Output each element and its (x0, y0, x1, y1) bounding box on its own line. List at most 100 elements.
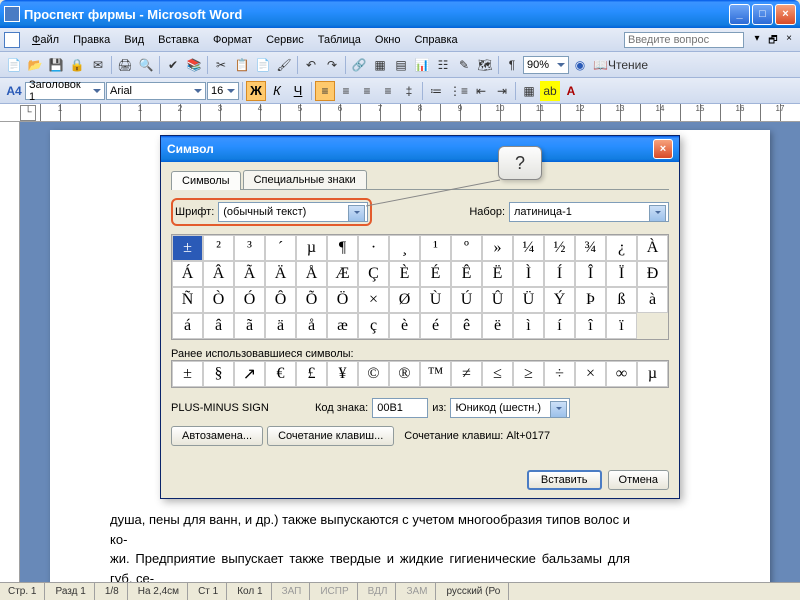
copy-button[interactable]: 📋 (232, 55, 252, 75)
symbol-cell[interactable]: Ð (637, 261, 668, 287)
set-combo[interactable]: латиница-1 (509, 202, 669, 222)
status-trk[interactable]: ИСПР (312, 583, 357, 600)
close-doc-button[interactable]: × (782, 33, 796, 47)
symbol-cell[interactable]: É (420, 261, 451, 287)
symbol-cell[interactable]: Í (544, 261, 575, 287)
symbol-cell[interactable]: Ó (234, 287, 265, 313)
show-marks-button[interactable]: ¶ (502, 55, 522, 75)
symbol-cell[interactable]: º (451, 235, 482, 261)
symbol-cell[interactable]: µ (296, 235, 327, 261)
format-painter-button[interactable]: 🖌 (274, 55, 294, 75)
recent-symbol-cell[interactable]: ≤ (482, 361, 513, 387)
insert-button[interactable]: Вставить (527, 470, 602, 490)
dialog-titlebar[interactable]: Символ × (161, 136, 679, 162)
drawing-button[interactable]: ✎ (454, 55, 474, 75)
status-ovr[interactable]: ЗАМ (398, 583, 436, 600)
indent-button[interactable]: ⇥ (492, 81, 512, 101)
underline-button[interactable]: Ч (288, 81, 308, 101)
symbol-cell[interactable]: È (389, 261, 420, 287)
menu-edit[interactable]: Правка (67, 32, 116, 48)
tab-symbols[interactable]: Символы (171, 171, 241, 190)
recent-symbol-cell[interactable]: ® (389, 361, 420, 387)
menu-view[interactable]: Вид (118, 32, 150, 48)
font-combo[interactable]: (обычный текст) (218, 202, 368, 222)
italic-button[interactable]: К (267, 81, 287, 101)
recent-symbol-cell[interactable]: § (203, 361, 234, 387)
symbol-cell[interactable]: ë (482, 313, 513, 339)
symbol-cell[interactable]: å (296, 313, 327, 339)
symbol-cell[interactable]: à (637, 287, 668, 313)
symbol-cell[interactable]: Ò (203, 287, 234, 313)
close-button[interactable]: × (775, 4, 796, 25)
tables-button[interactable]: ▦ (370, 55, 390, 75)
new-button[interactable]: 📄 (4, 55, 24, 75)
dropdown-icon[interactable]: ▾ (750, 33, 764, 47)
symbol-cell[interactable]: Ø (389, 287, 420, 313)
tab-selector[interactable]: └ (20, 105, 36, 121)
symbol-cell[interactable]: Õ (296, 287, 327, 313)
recent-symbol-cell[interactable]: ± (172, 361, 203, 387)
from-combo[interactable]: Юникод (шестн.) (450, 398, 570, 418)
menu-insert[interactable]: Вставка (152, 32, 205, 48)
justify-button[interactable]: ≡ (378, 81, 398, 101)
symbol-cell[interactable]: ´ (265, 235, 296, 261)
symbol-cell[interactable]: Ã (234, 261, 265, 287)
symbol-cell[interactable]: ä (265, 313, 296, 339)
symbol-cell[interactable]: ¶ (327, 235, 358, 261)
styles-pane-button[interactable]: A4 (4, 81, 24, 101)
status-lang[interactable]: русский (Ро (438, 583, 509, 600)
symbol-cell[interactable]: ± (172, 235, 203, 261)
symbol-cell[interactable]: ¸ (389, 235, 420, 261)
recent-symbol-cell[interactable]: ≠ (451, 361, 482, 387)
symbol-cell[interactable]: Ä (265, 261, 296, 287)
menu-table[interactable]: Таблица (312, 32, 367, 48)
symbol-cell[interactable]: Ì (513, 261, 544, 287)
help-button[interactable]: ◉ (570, 55, 590, 75)
maximize-button[interactable]: □ (752, 4, 773, 25)
symbol-cell[interactable]: Ç (358, 261, 389, 287)
symbol-cell[interactable]: ç (358, 313, 389, 339)
columns-button[interactable]: ☷ (433, 55, 453, 75)
symbol-cell[interactable]: Â (203, 261, 234, 287)
paste-button[interactable]: 📄 (253, 55, 273, 75)
recent-symbol-cell[interactable]: £ (296, 361, 327, 387)
symbol-cell[interactable]: è (389, 313, 420, 339)
numbered-list-button[interactable]: ≔ (426, 81, 446, 101)
save-button[interactable]: 💾 (46, 55, 66, 75)
size-combo[interactable]: 16 (207, 82, 239, 100)
symbol-cell[interactable]: Ê (451, 261, 482, 287)
mail-button[interactable]: ✉ (88, 55, 108, 75)
symbol-cell[interactable]: í (544, 313, 575, 339)
symbol-cell[interactable]: Î (575, 261, 606, 287)
menu-file[interactable]: Файл (26, 32, 65, 48)
style-combo[interactable]: Заголовок 1 (25, 82, 105, 100)
symbol-cell[interactable]: ã (234, 313, 265, 339)
symbol-cell[interactable]: Ï (606, 261, 637, 287)
symbol-cell[interactable]: Û (482, 287, 513, 313)
menu-service[interactable]: Сервис (260, 32, 310, 48)
cut-button[interactable]: ✂ (211, 55, 231, 75)
menu-format[interactable]: Формат (207, 32, 258, 48)
autocorrect-button[interactable]: Автозамена... (171, 426, 263, 446)
align-left-button[interactable]: ≡ (315, 81, 335, 101)
symbol-cell[interactable]: ê (451, 313, 482, 339)
symbol-cell[interactable]: À (637, 235, 668, 261)
recent-symbol-cell[interactable]: € (265, 361, 296, 387)
symbol-cell[interactable]: é (420, 313, 451, 339)
zoom-combo[interactable]: 90% (523, 56, 569, 74)
restore-doc-button[interactable]: 🗗 (766, 33, 780, 47)
symbol-cell[interactable]: î (575, 313, 606, 339)
symbol-cell[interactable]: Á (172, 261, 203, 287)
symbol-cell[interactable]: Þ (575, 287, 606, 313)
undo-button[interactable]: ↶ (301, 55, 321, 75)
symbol-cell[interactable]: Ú (451, 287, 482, 313)
symbol-cell[interactable]: · (358, 235, 389, 261)
insert-table-button[interactable]: ▤ (391, 55, 411, 75)
symbol-cell[interactable]: æ (327, 313, 358, 339)
status-rec[interactable]: ЗАП (274, 583, 311, 600)
minimize-button[interactable]: _ (729, 4, 750, 25)
ask-a-question[interactable] (624, 32, 744, 48)
recent-symbol-cell[interactable]: © (358, 361, 389, 387)
shortcut-button[interactable]: Сочетание клавиш... (267, 426, 394, 446)
symbol-cell[interactable]: ì (513, 313, 544, 339)
